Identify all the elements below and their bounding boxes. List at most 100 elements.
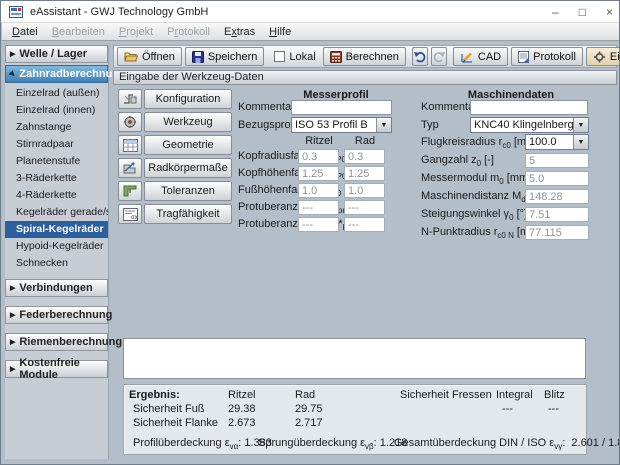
main-toolbar: Öffnen Speichern Lokal Berechnen CAD Pro… <box>113 45 619 68</box>
nav-radkoerpermasse-button[interactable]: Radkörpermaße <box>144 158 232 178</box>
results-col-blitz: Blitz <box>544 389 565 401</box>
chevron-right-icon: ▶ <box>10 366 16 373</box>
sidebar-group-welle-lager[interactable]: ▶ Welle / Lager <box>5 45 108 63</box>
local-checkbox-group: Lokal <box>270 51 319 63</box>
nav-werkzeug-button[interactable]: Werkzeug <box>144 112 232 132</box>
gangzahl-label: Gangzahl z0 [-] <box>421 154 494 169</box>
toleranzen-icon-button[interactable] <box>118 181 142 201</box>
app-icon <box>9 5 23 18</box>
messerprofil-kommentar-input[interactable] <box>291 100 392 115</box>
sidebar-item-spiral-kegelraeder[interactable]: Spiral-Kegelräder <box>5 221 108 238</box>
sidebar-group-kostenfreie-module[interactable]: ▶ Kostenfreie Module <box>5 357 108 381</box>
konfiguration-icon-button[interactable] <box>118 89 142 109</box>
protuberanzfaktor-ritzel-input[interactable] <box>298 217 339 232</box>
sicherheit-flanke-ritzel: 2.673 <box>228 417 256 429</box>
sidebar-item-schnecken[interactable]: Schnecken <box>5 255 108 272</box>
gangzahl-input[interactable] <box>525 153 589 168</box>
nav-row-radkoerpermasse: Radkörpermaße <box>118 158 232 178</box>
menu-projekt[interactable]: Projekt <box>112 24 160 40</box>
nav-row-tragfaehigkeit: σx Tragfähigkeit <box>118 204 232 224</box>
kopfradiusfaktor-rad-input[interactable] <box>344 149 385 164</box>
sidebar-item-einzelrad-aussen[interactable]: Einzelrad (außen) <box>5 85 108 102</box>
tragfaehigkeit-icon-button[interactable]: σx <box>118 204 142 224</box>
window-title: eAssistant - GWJ Technology GmbH <box>30 5 209 18</box>
nav-tragfaehigkeit-button[interactable]: Tragfähigkeit <box>144 204 232 224</box>
radkoerpermasse-icon-button[interactable] <box>118 158 142 178</box>
settings-button[interactable]: Einstellungen <box>585 47 619 66</box>
calculate-button[interactable]: Berechnen <box>322 47 406 66</box>
cutter-icon <box>124 116 136 128</box>
local-checkbox[interactable] <box>274 51 286 62</box>
menu-datei[interactable]: Datei <box>5 24 45 40</box>
open-button[interactable]: Öffnen <box>117 47 182 66</box>
sprungueberdeckung: Sprungüberdeckung εvβ: 1.218 <box>258 437 408 452</box>
geometrie-icon-button[interactable] <box>118 135 142 155</box>
column-header-ritzel: Ritzel <box>305 135 333 147</box>
messermodul-input[interactable] <box>525 171 589 186</box>
sidebar-group-verbindungen[interactable]: ▶ Verbindungen <box>5 279 108 297</box>
chevron-down-icon[interactable]: ▼ <box>573 135 588 149</box>
close-button[interactable]: × <box>606 1 613 23</box>
document-icon <box>518 50 530 63</box>
sidebar-item-stirnradpaar[interactable]: Stirnradpaar <box>5 136 108 153</box>
nav-geometrie-button[interactable]: Geometrie <box>144 135 232 155</box>
flugkreisradius-label: Flugkreisradius rc0 [mm] <box>421 136 538 151</box>
section-title: Eingabe der Werkzeug-Daten <box>113 70 617 85</box>
svg-text:σx: σx <box>131 215 138 221</box>
sidebar-item-einzelrad-innen[interactable]: Einzelrad (innen) <box>5 102 108 119</box>
sidebar-item-hypoid-kegelraeder[interactable]: Hypoid-Kegelräder <box>5 238 108 255</box>
column-header-rad: Rad <box>354 135 376 147</box>
sidebar-item-4-raederkette[interactable]: 4-Räderkette <box>5 187 108 204</box>
sidebar-group-riemenberechnung[interactable]: ▶ Riemenberechnung <box>5 333 122 351</box>
maschinen-kommentar-input[interactable] <box>470 100 588 115</box>
kopfradiusfaktor-ritzel-input[interactable] <box>298 149 339 164</box>
protuberanzwinkel-rad-input[interactable] <box>344 200 385 215</box>
save-button[interactable]: Speichern <box>184 47 265 66</box>
menu-hilfe[interactable]: Hilfe <box>262 24 298 40</box>
fusshoehenfaktor-rad-input[interactable] <box>344 183 385 198</box>
sidebar-item-planetenstufe[interactable]: Planetenstufe <box>5 153 108 170</box>
fusshoehenfaktor-ritzel-input[interactable] <box>298 183 339 198</box>
n-punktradius-input[interactable] <box>525 225 589 240</box>
protuberanzwinkel-ritzel-input[interactable] <box>298 200 339 215</box>
fressen-integral-value: --- <box>502 403 513 415</box>
nav-konfiguration-button[interactable]: Konfiguration <box>144 89 232 109</box>
sicherheit-flanke-rad: 2.717 <box>295 417 323 429</box>
nav-toleranzen-button[interactable]: Toleranzen <box>144 181 232 201</box>
typ-select[interactable]: KNC40 Klingelnberg ▼ <box>470 117 589 133</box>
sicherheit-fuss-label: Sicherheit Fuß <box>133 403 205 415</box>
menu-extras[interactable]: Extras <box>217 24 262 40</box>
sidebar-item-zahnstange[interactable]: Zahnstange <box>5 119 108 136</box>
nav-row-geometrie: Geometrie <box>118 135 232 155</box>
results-col-integral: Integral <box>496 389 533 401</box>
minimize-button[interactable]: – <box>552 1 559 23</box>
menu-bearbeiten[interactable]: Bearbeiten <box>45 24 112 40</box>
cad-button[interactable]: CAD <box>452 47 509 66</box>
undo-button[interactable] <box>411 47 428 66</box>
menu-protokoll[interactable]: Protokoll <box>160 24 217 40</box>
flugkreisradius-select[interactable]: 100.0 ▼ <box>525 134 589 150</box>
typ-label: Typ <box>421 119 439 131</box>
sidebar-group-federberechnung[interactable]: ▶ Federberechnung <box>5 306 112 324</box>
sidebar-group-zahnradberechnung[interactable]: ▶ Zahnradberechnung <box>5 65 126 83</box>
messermodul-label: Messermodul m0 [mm] <box>421 172 532 187</box>
maximize-button[interactable]: □ <box>579 1 586 23</box>
nav-row-toleranzen: Toleranzen <box>118 181 232 201</box>
bezugsprofil-select[interactable]: ISO 53 Profil B ▼ <box>291 117 392 133</box>
sidebar-item-kegelraeder[interactable]: Kegelräder gerade/schräg <box>5 204 108 221</box>
fressen-blitz-value: --- <box>548 403 559 415</box>
bevel-gear-icon <box>124 94 137 104</box>
chevron-down-icon[interactable]: ▼ <box>376 118 391 132</box>
protuberanzfaktor-rad-input[interactable] <box>344 217 385 232</box>
chevron-down-icon[interactable]: ▼ <box>573 118 588 132</box>
protocol-button[interactable]: Protokoll <box>511 47 583 66</box>
n-punktradius-label: N-Punktradius rc0 N [mm] <box>421 226 541 241</box>
redo-button[interactable] <box>430 47 447 66</box>
kopfhoehenfaktor-ritzel-input[interactable] <box>298 166 339 181</box>
werkzeug-icon-button[interactable] <box>118 112 142 132</box>
sidebar-item-3-raederkette[interactable]: 3-Räderkette <box>5 170 108 187</box>
sicherheit-fuss-rad: 29.75 <box>295 403 323 415</box>
maschinendistanz-input[interactable] <box>525 189 589 204</box>
steigungswinkel-input[interactable] <box>525 207 589 222</box>
kopfhoehenfaktor-rad-input[interactable] <box>344 166 385 181</box>
